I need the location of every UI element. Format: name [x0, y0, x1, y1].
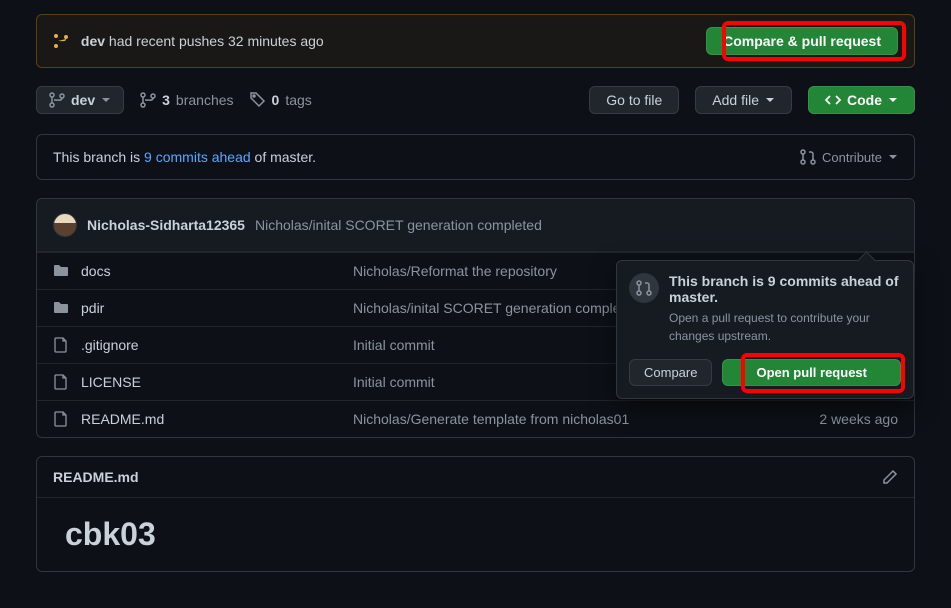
tags-link[interactable]: 0 tags: [250, 92, 312, 108]
chevron-down-icon: [101, 95, 111, 105]
branch-info-bar: This branch is 9 commits ahead of master…: [36, 134, 915, 180]
latest-commit-row: Nicholas-Sidharta12365 Nicholas/inital S…: [37, 199, 914, 252]
recent-push-banner: dev had recent pushes 32 minutes ago Com…: [36, 14, 915, 68]
pencil-icon: [882, 469, 898, 485]
file-commit-time: 2 weeks ago: [758, 411, 898, 427]
branch-selector[interactable]: dev: [36, 86, 124, 114]
repo-toolbar: dev 3 branches 0 tags Go to file Add fil…: [36, 86, 915, 114]
file-row: README.md Nicholas/Generate template from…: [37, 400, 914, 437]
branch-icon: [140, 92, 156, 108]
open-pull-request-button[interactable]: Open pull request: [722, 359, 901, 386]
file-name-link[interactable]: pdir: [81, 300, 104, 316]
commit-message[interactable]: Nicholas/inital SCORET generation comple…: [255, 217, 542, 233]
readme-filename[interactable]: README.md: [53, 469, 139, 485]
branch-info-text: This branch is 9 commits ahead of master…: [53, 149, 316, 165]
avatar[interactable]: [53, 213, 77, 237]
branches-link[interactable]: 3 branches: [140, 92, 233, 108]
folder-icon: [53, 300, 69, 316]
readme-title: cbk03: [65, 516, 886, 553]
tag-icon: [250, 92, 266, 108]
banner-text: dev had recent pushes 32 minutes ago: [53, 33, 324, 49]
branch-icon: [53, 33, 73, 49]
compare-pull-request-button[interactable]: Compare & pull request: [706, 27, 898, 55]
contribute-button[interactable]: Contribute: [800, 149, 898, 165]
chevron-down-icon: [888, 95, 898, 105]
goto-file-button[interactable]: Go to file: [589, 86, 679, 114]
file-name-link[interactable]: README.md: [81, 411, 164, 427]
folder-icon: [53, 263, 69, 279]
code-button[interactable]: Code: [808, 86, 915, 114]
contribute-dropdown: This branch is 9 commits ahead of master…: [616, 260, 914, 399]
banner-text-after: had recent pushes 32 minutes ago: [105, 33, 324, 49]
branch-icon: [49, 92, 65, 108]
add-file-button[interactable]: Add file: [695, 86, 792, 114]
file-name-link[interactable]: docs: [81, 263, 111, 279]
readme-box: README.md cbk03: [36, 456, 915, 572]
chevron-down-icon: [765, 95, 775, 105]
file-icon: [53, 411, 69, 427]
pull-request-icon: [800, 149, 816, 165]
dropdown-subtitle: Open a pull request to contribute your c…: [669, 309, 901, 345]
pull-request-icon: [629, 273, 659, 303]
file-icon: [53, 374, 69, 390]
chevron-down-icon: [888, 152, 898, 162]
file-name-link[interactable]: .gitignore: [81, 337, 139, 353]
branch-name: dev: [71, 92, 95, 108]
banner-branch-name: dev: [81, 33, 105, 49]
code-icon: [825, 92, 841, 108]
compare-button[interactable]: Compare: [629, 359, 712, 386]
file-name-link[interactable]: LICENSE: [81, 374, 141, 390]
file-commit-message[interactable]: Nicholas/Generate template from nicholas…: [353, 411, 758, 427]
dropdown-title: This branch is 9 commits ahead of master…: [669, 273, 901, 305]
commits-ahead-link[interactable]: 9 commits ahead: [144, 149, 251, 165]
commit-author[interactable]: Nicholas-Sidharta12365: [87, 217, 245, 233]
file-icon: [53, 337, 69, 353]
edit-readme-button[interactable]: [882, 469, 898, 485]
